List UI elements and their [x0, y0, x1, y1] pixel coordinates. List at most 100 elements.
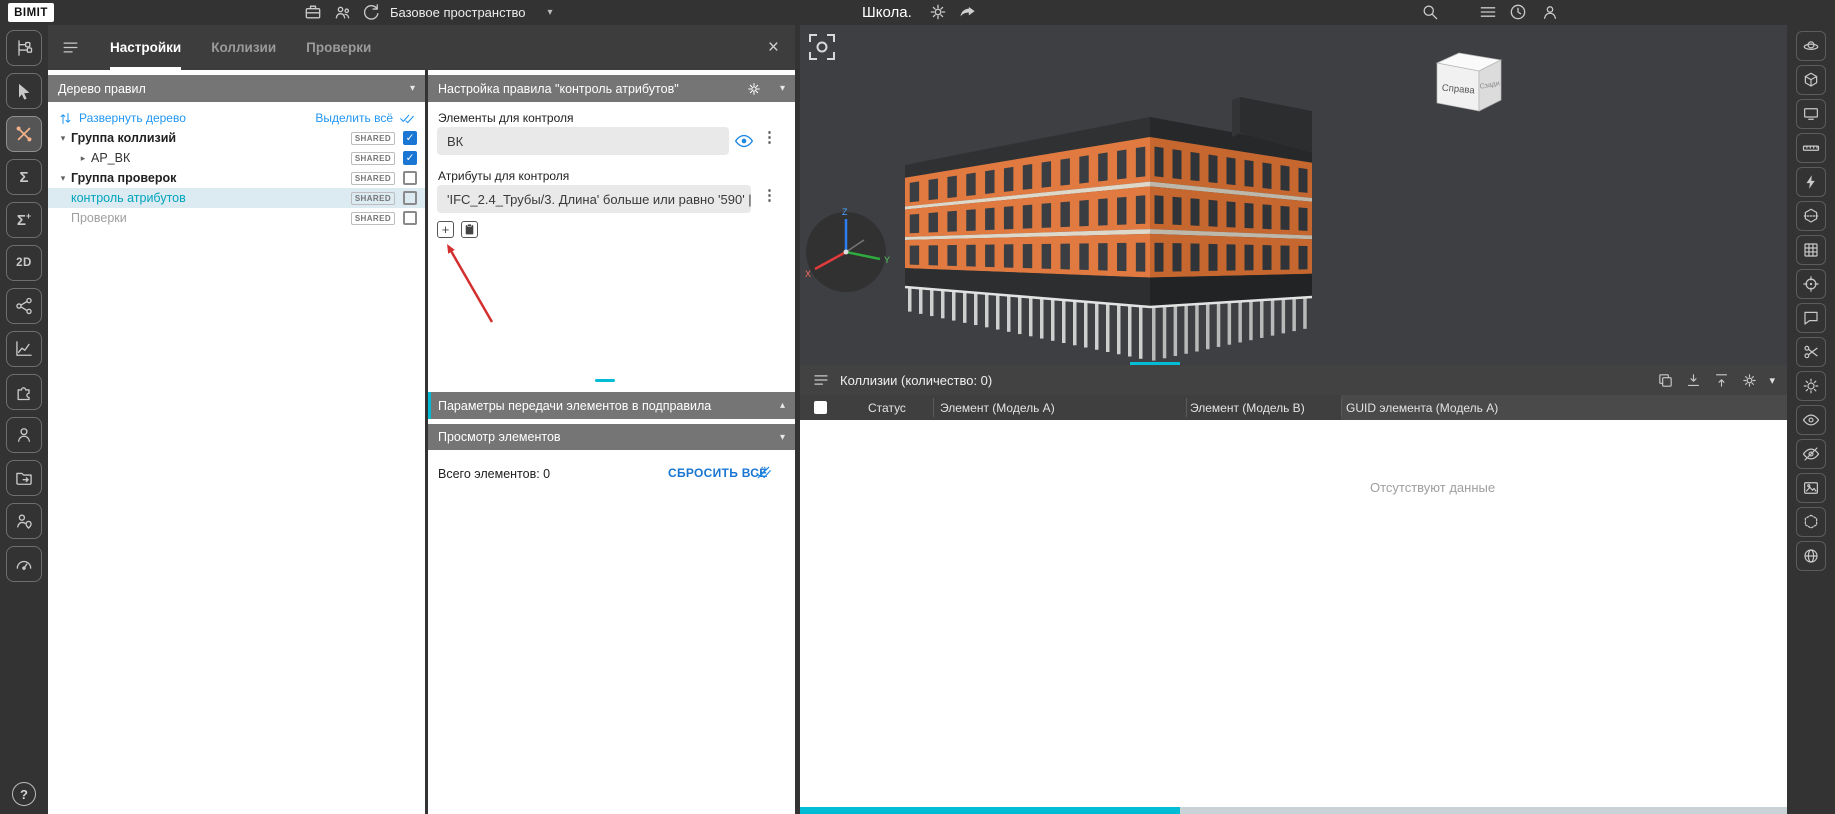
collapse-panel-icon[interactable]: ▾	[1769, 374, 1775, 387]
expand-tree-link[interactable]: Развернуть дерево	[79, 111, 186, 125]
checkbox-unchecked[interactable]	[403, 171, 417, 185]
nav-cube[interactable]: Справа Сзади	[1437, 53, 1501, 111]
sync-icon[interactable]	[361, 2, 381, 22]
paste-attribute-button[interactable]	[461, 221, 478, 238]
cube-view-icon[interactable]	[1796, 65, 1826, 95]
transfer-section-title: Параметры передачи элементов в подправил…	[438, 399, 711, 413]
share-icon[interactable]	[958, 2, 978, 22]
collaboration-icon[interactable]	[333, 2, 353, 22]
tab-settings[interactable]: Настройки	[110, 25, 181, 70]
transfer-section-bar[interactable]: Параметры передачи элементов в подправил…	[428, 392, 795, 419]
screens-icon[interactable]	[1796, 99, 1826, 129]
view-2d-icon[interactable]: 2D	[6, 245, 42, 281]
shared-badge: SHARED	[351, 192, 395, 205]
elements-input[interactable]: ВК	[437, 127, 729, 155]
axis-gizmo[interactable]: Z X Y	[805, 207, 890, 292]
globe-section-icon[interactable]	[1796, 541, 1826, 571]
project-settings-icon[interactable]	[928, 2, 948, 22]
panel-menu-icon[interactable]	[61, 38, 80, 57]
ghost-mode-icon[interactable]	[1796, 507, 1826, 537]
sun-icon[interactable]	[1796, 371, 1826, 401]
scheme-icon[interactable]	[6, 288, 42, 324]
selection-mode-icon[interactable]	[810, 35, 834, 59]
collisions-tool-icon[interactable]	[6, 116, 42, 152]
deselect-all-icon[interactable]	[755, 464, 772, 481]
chevron-right-icon[interactable]: ▸	[76, 153, 90, 164]
duplicate-icon[interactable]	[1657, 372, 1674, 389]
collisions-menu-icon[interactable]	[812, 371, 830, 389]
focus-icon[interactable]	[1796, 269, 1826, 299]
table-settings-icon[interactable]	[1741, 372, 1758, 389]
checkbox-unchecked[interactable]	[403, 191, 417, 205]
chevron-up-icon[interactable]: ▴	[780, 400, 785, 411]
reset-all-link[interactable]: СБРОСИТЬ ВСЁ	[668, 466, 768, 480]
menu-icon[interactable]	[1478, 2, 1498, 22]
chevron-down-icon[interactable]: ▾	[56, 173, 70, 184]
tree-row-ar-vk[interactable]: ▸ АР_ВК SHARED ✓	[48, 148, 425, 168]
column-status[interactable]: Статус	[868, 395, 906, 420]
chevron-down-icon[interactable]: ▾	[780, 83, 785, 94]
background-image-icon[interactable]	[1796, 473, 1826, 503]
view-section-bar[interactable]: Просмотр элементов ▾	[428, 424, 795, 450]
viewport-3d[interactable]: Z X Y Справа Сзади Коллизии (количество:…	[800, 25, 1787, 814]
user-glyph	[14, 425, 34, 445]
column-element-a[interactable]: Элемент (Модель A)	[940, 395, 1055, 420]
user-location-icon[interactable]	[6, 503, 42, 539]
tab-collisions[interactable]: Коллизии	[211, 25, 276, 70]
attributes-menu-icon[interactable]: ⋮	[762, 188, 777, 203]
measure-icon[interactable]	[1796, 133, 1826, 163]
sum-tool-icon[interactable]: Σ	[6, 159, 42, 195]
sum-plus-tool-icon[interactable]: Σ+	[6, 202, 42, 238]
2d-glyph: 2D	[16, 257, 32, 269]
tree-row-check-group[interactable]: ▾ Группа проверок SHARED	[48, 168, 425, 188]
elements-menu-icon[interactable]: ⋮	[762, 130, 777, 145]
comments-icon[interactable]	[1796, 303, 1826, 333]
history-icon[interactable]	[1508, 2, 1528, 22]
search-icon[interactable]	[1420, 2, 1440, 22]
upload-icon[interactable]	[1713, 372, 1730, 389]
tree-row-collision-group[interactable]: ▾ Группа коллизий SHARED ✓	[48, 128, 425, 148]
chevron-down-icon[interactable]: ▾	[410, 83, 415, 94]
section-box-icon[interactable]	[1796, 201, 1826, 231]
charts-icon[interactable]	[6, 331, 42, 367]
attributes-input[interactable]: 'IFC_2.4_Трубы/3. Длина' больше или равн…	[437, 185, 751, 213]
checkbox-checked[interactable]: ✓	[403, 131, 417, 145]
users-icon[interactable]	[6, 417, 42, 453]
chevron-down-icon[interactable]: ▾	[780, 432, 785, 443]
hide-elements-icon[interactable]	[1796, 439, 1826, 469]
import-icon[interactable]	[1685, 372, 1702, 389]
select-cursor-icon[interactable]	[6, 73, 42, 109]
caret-down-icon: ▾	[548, 7, 553, 18]
orbit-icon[interactable]	[1796, 31, 1826, 61]
export-icon[interactable]	[6, 460, 42, 496]
close-panel-icon[interactable]: ×	[768, 38, 779, 57]
add-attribute-button[interactable]: +	[437, 221, 454, 238]
plugins-icon[interactable]	[6, 374, 42, 410]
checkbox-checked[interactable]: ✓	[403, 151, 417, 165]
model-tree-icon[interactable]	[6, 30, 42, 66]
dashboard-icon[interactable]	[6, 546, 42, 582]
section-cut-icon[interactable]	[1796, 337, 1826, 367]
tab-checks[interactable]: Проверки	[306, 25, 371, 70]
column-element-b[interactable]: Элемент (Модель B)	[1190, 395, 1305, 420]
quick-clash-icon[interactable]	[1796, 167, 1826, 197]
tree-row-attribute-control[interactable]: контроль атрибутов SHARED	[48, 188, 425, 208]
tree-panel-header[interactable]: Дерево правил ▾	[48, 75, 425, 102]
checkbox-unchecked[interactable]	[403, 211, 417, 225]
rule-gear-icon[interactable]	[746, 81, 762, 97]
tree-row-checks[interactable]: Проверки SHARED	[48, 208, 425, 228]
select-all-link[interactable]: Выделить всё	[315, 111, 393, 125]
panel-resize-handle[interactable]	[595, 379, 615, 382]
show-elements-icon[interactable]	[1796, 405, 1826, 435]
help-icon[interactable]: ?	[12, 782, 36, 806]
select-all-checkbox[interactable]	[814, 401, 827, 414]
chevron-down-icon[interactable]: ▾	[56, 133, 70, 144]
eye-icon[interactable]	[734, 131, 754, 151]
building-model[interactable]	[905, 97, 1312, 361]
workspace-selector[interactable]: Базовое пространство ▾	[390, 0, 553, 25]
toolbox-icon[interactable]	[303, 2, 323, 22]
storey-table-icon[interactable]	[1796, 235, 1826, 265]
rule-panel-header[interactable]: Настройка правила "контроль атрибутов" ▾	[428, 75, 795, 102]
account-icon[interactable]	[1540, 2, 1560, 22]
column-guid[interactable]: GUID элемента (Модель A)	[1346, 395, 1498, 420]
